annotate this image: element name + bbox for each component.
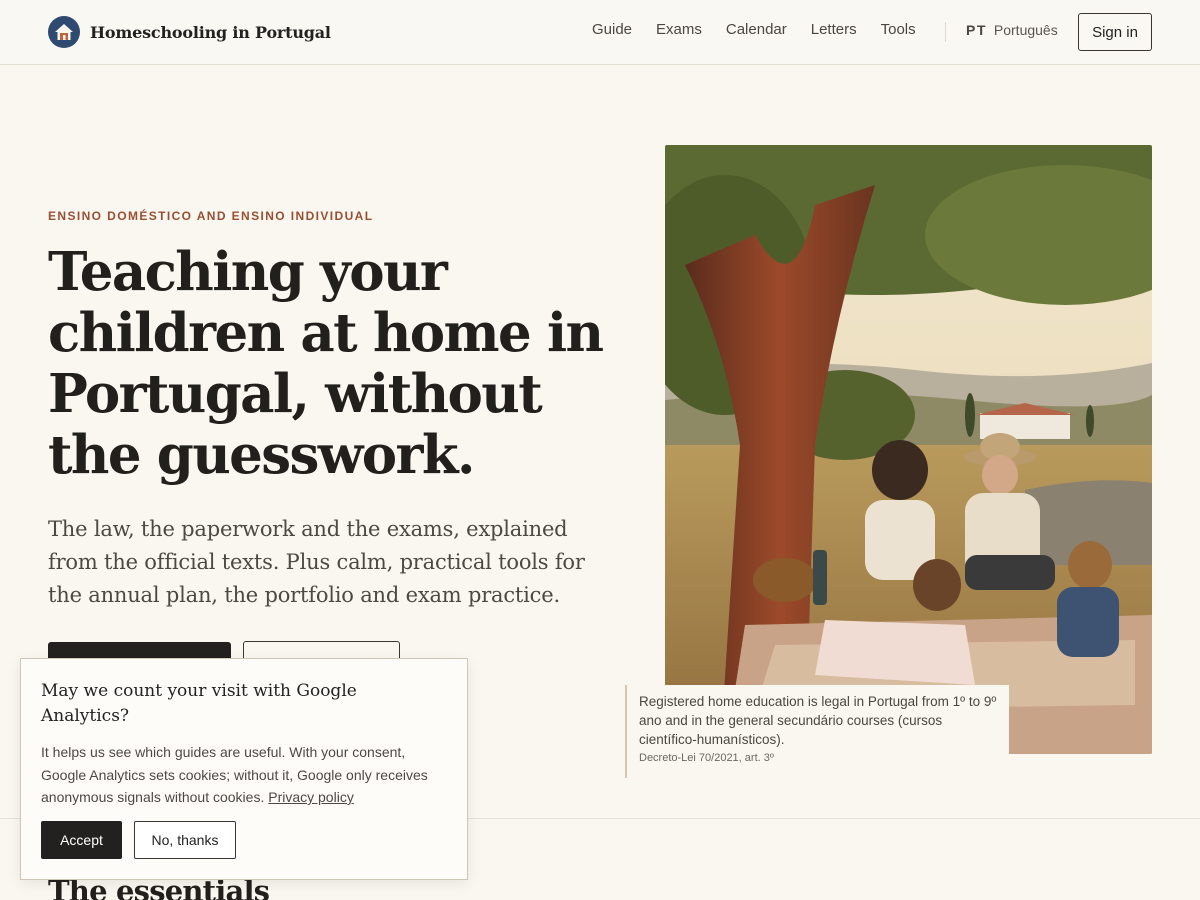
privacy-policy-link[interactable]: Privacy policy xyxy=(268,789,354,805)
hero-eyebrow: ENSINO DOMÉSTICO AND ENSINO INDIVIDUAL xyxy=(48,209,374,223)
cookie-actions: Accept No, thanks xyxy=(41,821,236,859)
nav-calendar[interactable]: Calendar xyxy=(726,21,787,38)
cookie-body-text: It helps us see which guides are useful.… xyxy=(41,744,428,805)
nav-divider xyxy=(945,22,946,42)
cookie-title: May we count your visit with Google Anal… xyxy=(41,681,357,726)
nav-exams[interactable]: Exams xyxy=(656,21,702,38)
language-switch[interactable]: PT Português xyxy=(966,22,1058,38)
legal-note-source: Decreto-Lei 70/2021, art. 3º xyxy=(639,752,774,764)
brand-link[interactable]: Homeschooling in Portugal xyxy=(48,16,331,48)
accept-button[interactable]: Accept xyxy=(41,821,122,859)
main-nav: Guide Exams Calendar Letters Tools xyxy=(592,21,916,38)
brand-name: Homeschooling in Portugal xyxy=(90,22,331,42)
hero-title: Teaching your children at home in Portug… xyxy=(48,241,604,486)
decline-button[interactable]: No, thanks xyxy=(134,821,236,859)
cookie-body: It helps us see which guides are useful.… xyxy=(41,741,453,809)
legal-note-text: Registered home education is legal in Po… xyxy=(639,694,997,747)
language-code: PT xyxy=(966,22,987,38)
house-icon xyxy=(48,16,80,48)
legal-note: Registered home education is legal in Po… xyxy=(625,685,1009,778)
cookie-consent-banner: May we count your visit with Google Anal… xyxy=(20,658,468,880)
hero-photo xyxy=(665,145,1152,754)
language-name: Português xyxy=(993,22,1058,38)
nav-guide[interactable]: Guide xyxy=(592,21,632,38)
nav-letters[interactable]: Letters xyxy=(811,21,857,38)
nav-tools[interactable]: Tools xyxy=(881,21,916,38)
sign-in-button[interactable]: Sign in xyxy=(1078,13,1152,51)
site-header: Homeschooling in Portugal Guide Exams Ca… xyxy=(0,0,1200,65)
hero-subtitle: The law, the paperwork and the exams, ex… xyxy=(48,517,585,607)
